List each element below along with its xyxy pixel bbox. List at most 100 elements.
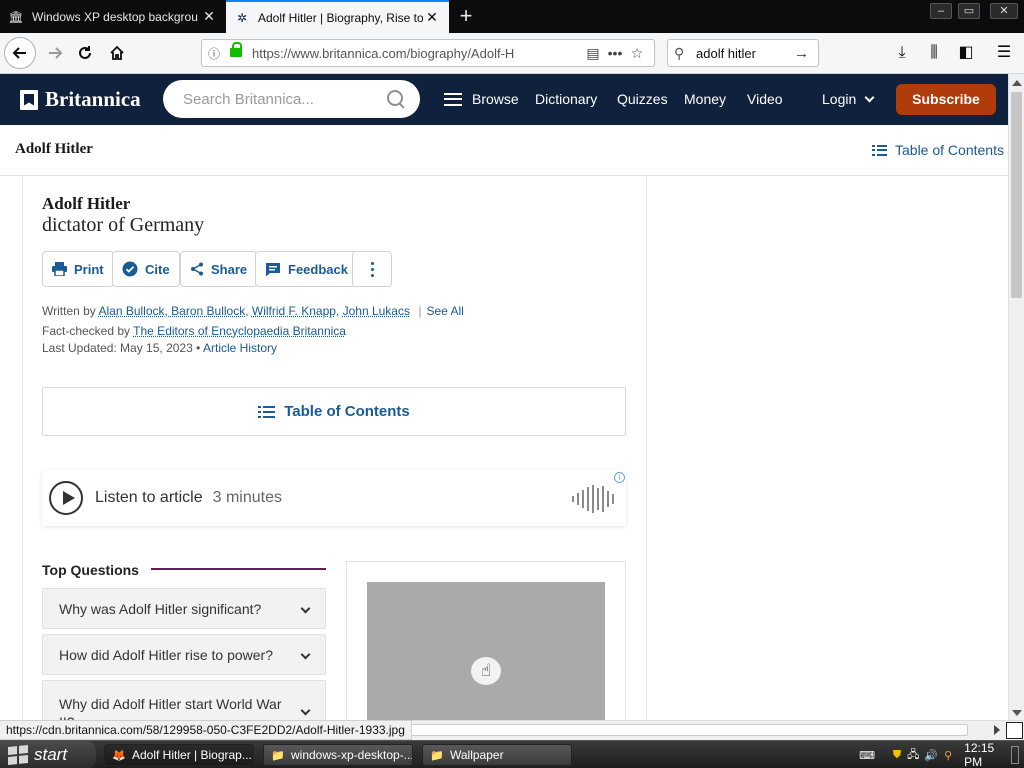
sticky-toc-link[interactable]: Table of Contents — [872, 142, 1004, 158]
see-all-link[interactable]: See All — [426, 304, 463, 318]
forward-button[interactable] — [40, 38, 70, 68]
ad-info-icon[interactable]: i — [614, 472, 625, 483]
secure-lock-icon[interactable] — [230, 47, 244, 59]
britannica-logo[interactable]: Britannica — [20, 87, 141, 112]
scroll-down-arrow-icon[interactable] — [1012, 710, 1022, 716]
browser-search-box[interactable]: ⚲ adolf hitler → — [667, 39, 819, 67]
nav-dictionary[interactable]: Dictionary — [535, 91, 597, 107]
home-button[interactable] — [102, 38, 132, 68]
close-tab-icon[interactable]: ✕ — [200, 8, 218, 25]
scroll-corner — [1006, 722, 1023, 739]
downloads-icon[interactable]: ⤓ — [892, 44, 912, 64]
browser-tab-britannica[interactable]: ✲ Adolf Hitler | Biography, Rise to ✕ — [226, 0, 449, 33]
museum-icon: 🏛 — [8, 9, 24, 25]
hand-cursor-icon: ☝ — [471, 657, 501, 685]
top-questions-heading: Top Questions — [42, 562, 139, 578]
share-icon — [190, 262, 204, 276]
bookmark-star-icon[interactable]: ☆ — [626, 45, 648, 62]
scroll-right-arrow-icon[interactable] — [994, 725, 1000, 735]
share-button[interactable]: Share — [180, 251, 257, 287]
play-icon[interactable] — [49, 481, 83, 515]
question-text: Why was Adolf Hitler significant? — [59, 601, 261, 617]
question-item[interactable]: Why did Adolf Hitler start World War II? — [42, 680, 326, 724]
author-link[interactable]: John Lukacs — [343, 304, 410, 318]
reload-button[interactable] — [70, 38, 100, 68]
author-link[interactable]: Wilfrid F. Knapp — [252, 304, 336, 318]
verified-badge-icon — [122, 261, 138, 277]
article-photo-placeholder[interactable] — [367, 582, 605, 720]
nav-video[interactable]: Video — [747, 91, 783, 107]
taskbar-item-label: windows-xp-desktop-... — [291, 748, 413, 762]
list-icon — [872, 145, 887, 156]
clock: 12:15 PM — [964, 741, 1001, 768]
print-label: Print — [74, 262, 104, 277]
cite-button[interactable]: Cite — [112, 251, 180, 287]
site-info-icon[interactable]: ⓘ — [208, 45, 224, 62]
search-icon[interactable]: ⚲ — [943, 748, 953, 762]
volume-icon[interactable]: 🔊 — [924, 748, 938, 762]
horizontal-scroll-thumb[interactable] — [392, 724, 968, 736]
home-icon — [109, 45, 125, 61]
scroll-up-arrow-icon[interactable] — [1012, 80, 1022, 86]
question-item[interactable]: How did Adolf Hitler rise to power? — [42, 634, 326, 675]
start-label: start — [34, 745, 67, 765]
search-go-arrow-icon[interactable]: → — [794, 45, 812, 62]
share-label: Share — [211, 262, 247, 277]
firefox-icon: 🦊 — [112, 748, 126, 762]
taskbar-item-folder[interactable]: 📁 windows-xp-desktop-... — [263, 744, 413, 766]
sticky-title-bar: Adolf Hitler Table of Contents — [0, 125, 1008, 176]
sidebar-toggle-icon[interactable]: ◧ — [956, 44, 976, 64]
menu-hamburger-icon[interactable]: ☰ — [994, 44, 1014, 64]
fact-checker-link[interactable]: The Editors of Encyclopaedia Britannica — [133, 324, 346, 338]
taskbar-item-label: Wallpaper — [450, 748, 504, 762]
show-desktop-icon[interactable] — [1011, 746, 1019, 764]
chevron-down-icon — [301, 706, 311, 716]
table-of-contents-button[interactable]: Table of Contents — [42, 387, 626, 436]
reader-view-icon[interactable]: ▤ — [582, 45, 604, 62]
article-history-link[interactable]: Article History — [203, 341, 277, 355]
question-item[interactable]: Why was Adolf Hitler significant? — [42, 588, 326, 629]
login-menu[interactable]: Login — [822, 91, 873, 107]
start-button[interactable]: start — [0, 741, 96, 768]
subscribe-button[interactable]: Subscribe — [896, 84, 996, 115]
search-query[interactable]: adolf hitler — [696, 46, 794, 61]
feedback-icon — [265, 262, 281, 277]
search-icon[interactable] — [386, 89, 406, 109]
nav-quizzes[interactable]: Quizzes — [617, 91, 668, 107]
britannica-thistle-icon: ✲ — [234, 10, 250, 26]
maximize-button[interactable]: ▭ — [958, 3, 980, 19]
close-window-button[interactable]: ✕ — [990, 3, 1018, 19]
os-taskbar: start 🦊 Adolf Hitler | Biograp... 📁 wind… — [0, 740, 1024, 768]
question-text: How did Adolf Hitler rise to power? — [59, 647, 273, 663]
audio-waveform-icon — [572, 485, 614, 513]
more-actions-button[interactable] — [352, 251, 392, 287]
feedback-button[interactable]: Feedback — [255, 251, 358, 287]
close-tab-icon[interactable]: ✕ — [423, 9, 441, 26]
forward-arrow-icon — [47, 45, 63, 61]
site-search-input[interactable] — [183, 91, 386, 108]
library-icon[interactable]: ⫼ — [924, 44, 944, 64]
address-bar[interactable]: ⓘ https://www.britannica.com/biography/A… — [201, 39, 655, 67]
print-button[interactable]: Print — [42, 251, 114, 287]
taskbar-item-firefox[interactable]: 🦊 Adolf Hitler | Biograp... — [104, 744, 254, 766]
taskbar-item-wallpaper[interactable]: 📁 Wallpaper — [422, 744, 572, 766]
chevron-down-icon — [301, 604, 311, 614]
author-link[interactable]: Alan Bullock, Baron Bullock — [98, 304, 245, 318]
security-shield-icon[interactable]: ⛊ — [892, 748, 902, 762]
nav-money[interactable]: Money — [684, 91, 726, 107]
browser-tab-xp-backgrounds[interactable]: 🏛 Windows XP desktop backgrou ✕ — [0, 0, 226, 33]
britannica-thistle-icon — [20, 90, 38, 110]
minimize-button[interactable]: – — [930, 3, 952, 19]
url-text[interactable]: https://www.britannica.com/biography/Ado… — [252, 46, 582, 61]
folder-icon: 📁 — [271, 748, 285, 762]
browse-menu[interactable]: Browse — [444, 91, 519, 107]
byline-updated: Last Updated: May 15, 2023 • Article His… — [42, 341, 277, 355]
new-tab-button[interactable]: + — [452, 0, 480, 33]
page-actions-icon[interactable]: ••• — [604, 45, 626, 61]
back-button[interactable] — [4, 37, 36, 69]
site-search-box[interactable] — [163, 80, 420, 118]
scroll-thumb[interactable] — [1011, 92, 1022, 298]
keyboard-icon[interactable]: ⌨ — [860, 748, 874, 762]
network-icon[interactable]: 🖧 — [907, 748, 919, 762]
vertical-scrollbar[interactable] — [1008, 74, 1024, 720]
